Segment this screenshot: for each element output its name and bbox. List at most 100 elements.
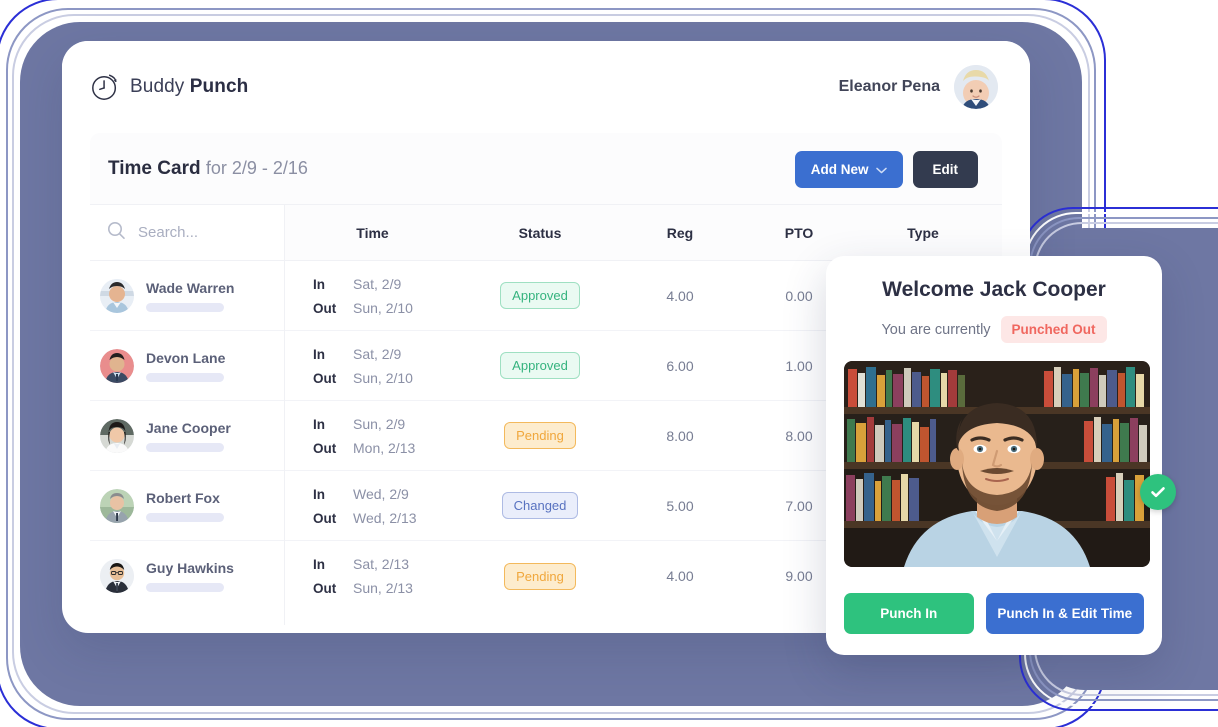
status-badge: Changed: [501, 492, 579, 519]
avatar: [100, 559, 134, 593]
punch-in-edit-time-button[interactable]: Punch In & Edit Time: [985, 593, 1144, 634]
employee-name: Jane Cooper: [146, 419, 231, 436]
out-date: Sun, 2/10: [353, 369, 413, 386]
list-item[interactable]: Robert Fox: [90, 471, 284, 541]
reg-value: 4.00: [666, 568, 694, 584]
out-label: Out: [313, 300, 337, 316]
add-new-label: Add New: [810, 161, 869, 177]
webcam-photo: [844, 361, 1150, 567]
placeholder-bar: [146, 583, 224, 592]
employee-name: Devon Lane: [146, 349, 226, 366]
time-cell: In Sun, 2/9 Out Mon, 2/13: [285, 416, 460, 456]
status-badge: Approved: [500, 282, 580, 309]
page-title: Time Card for 2/9 - 2/16: [108, 158, 308, 180]
list-item-meta: Robert Fox: [146, 490, 224, 522]
clock-icon: [90, 72, 120, 102]
page-title-strong: Time Card: [108, 158, 201, 179]
reg-value: 8.00: [666, 427, 694, 444]
in-date: Sat, 2/13: [353, 556, 410, 572]
list-item[interactable]: Guy Hawkins: [90, 541, 284, 611]
out-date: Sun, 2/10: [353, 299, 413, 316]
employee-name: Wade Warren: [146, 279, 235, 296]
user-name: Eleanor Pena: [838, 78, 940, 95]
column-header-reg: Reg: [666, 224, 694, 241]
punch-status-text: You are currently: [881, 321, 991, 338]
table-header-row: Time Status Reg PTO Type: [285, 205, 1002, 261]
in-label: In: [313, 276, 325, 292]
brand-word-2: Punch: [189, 76, 249, 97]
employee-name: Guy Hawkins: [146, 560, 234, 576]
column-header-status: Status: [518, 224, 562, 241]
employee-name: Robert Fox: [146, 489, 220, 506]
out-label: Out: [313, 440, 337, 456]
punch-in-button[interactable]: Punch In: [844, 593, 974, 634]
out-label: Out: [313, 370, 337, 386]
status-badge: Pending: [504, 422, 576, 449]
edit-button[interactable]: Edit: [912, 150, 978, 188]
in-label: In: [313, 486, 325, 502]
status-cell: Approved: [460, 352, 620, 379]
search-row[interactable]: [90, 205, 284, 261]
out-date: Mon, 2/13: [353, 439, 416, 456]
list-item-meta: Wade Warren: [146, 280, 234, 312]
avatar: [100, 418, 134, 453]
status-badge: Punched Out: [1000, 316, 1107, 343]
search-input[interactable]: [138, 224, 258, 241]
in-label: In: [313, 557, 325, 572]
reg-value: 4.00: [666, 287, 694, 304]
time-cell: In Sat, 2/9 Out Sun, 2/10: [285, 346, 460, 386]
list-item[interactable]: Wade Warren: [90, 261, 284, 331]
status-cell: Changed: [460, 492, 620, 519]
placeholder-bar: [146, 512, 224, 522]
status-cell: Pending: [460, 562, 620, 590]
avatar: [100, 348, 134, 383]
screenshot-root: Buddy Punch Eleanor Pena Time Card for 2…: [0, 0, 1218, 727]
list-item[interactable]: Jane Cooper: [90, 401, 284, 471]
employee-panel: Wade Warren: [90, 205, 285, 625]
list-item-meta: Guy Hawkins: [146, 560, 234, 592]
page-title-range: for 2/9 - 2/16: [205, 158, 308, 178]
avatar[interactable]: [954, 65, 998, 109]
search-icon: [106, 220, 126, 245]
out-label: Out: [313, 581, 337, 596]
time-cell: In Sat, 2/13 Out Sun, 2/13: [285, 556, 460, 596]
brand-word-1: Buddy: [130, 76, 185, 97]
in-date: Sat, 2/9: [353, 275, 402, 292]
in-label: In: [313, 346, 325, 362]
status-badge: Pending: [504, 562, 576, 590]
brand-logo-group[interactable]: Buddy Punch: [90, 72, 248, 102]
out-date: Sun, 2/13: [353, 580, 413, 596]
list-item[interactable]: Devon Lane: [90, 331, 284, 401]
placeholder-bar: [146, 302, 224, 312]
placeholder-bar: [146, 442, 224, 452]
check-circle-icon: [1140, 474, 1176, 510]
avatar: [100, 488, 134, 523]
status-cell: Pending: [460, 422, 620, 449]
in-date: Wed, 2/9: [353, 485, 409, 502]
avatar: [100, 278, 134, 313]
placeholder-bar: [146, 372, 224, 382]
chevron-down-icon: [875, 162, 887, 177]
reg-value: 5.00: [666, 497, 694, 514]
user-area[interactable]: Eleanor Pena: [839, 65, 998, 109]
out-label: Out: [313, 510, 337, 526]
status-cell: Approved: [460, 282, 620, 309]
brand-text: Buddy Punch: [130, 76, 248, 98]
column-header-time: Time: [356, 224, 389, 241]
time-cell: In Sat, 2/9 Out Sun, 2/10: [285, 276, 460, 316]
punch-buttons: Punch In Punch In & Edit Time: [844, 593, 1144, 634]
time-cell: In Wed, 2/9 Out Wed, 2/13: [285, 486, 460, 526]
column-header-type: Type: [907, 224, 939, 241]
in-date: Sat, 2/9: [353, 345, 402, 362]
app-header: Buddy Punch Eleanor Pena: [62, 41, 1030, 133]
punch-status-line: You are currently Punched Out: [844, 316, 1144, 343]
in-label: In: [313, 416, 325, 432]
welcome-title: Welcome Jack Cooper: [882, 278, 1106, 301]
in-date: Sun, 2/9: [353, 415, 406, 432]
out-date: Wed, 2/13: [353, 509, 417, 526]
welcome-punch-card: Welcome Jack Cooper You are currently Pu…: [826, 256, 1176, 655]
add-new-button[interactable]: Add New: [794, 150, 903, 188]
list-item-meta: Devon Lane: [146, 350, 225, 382]
webcam-photo-frame: [844, 361, 1176, 567]
column-header-pto: PTO: [784, 224, 814, 241]
